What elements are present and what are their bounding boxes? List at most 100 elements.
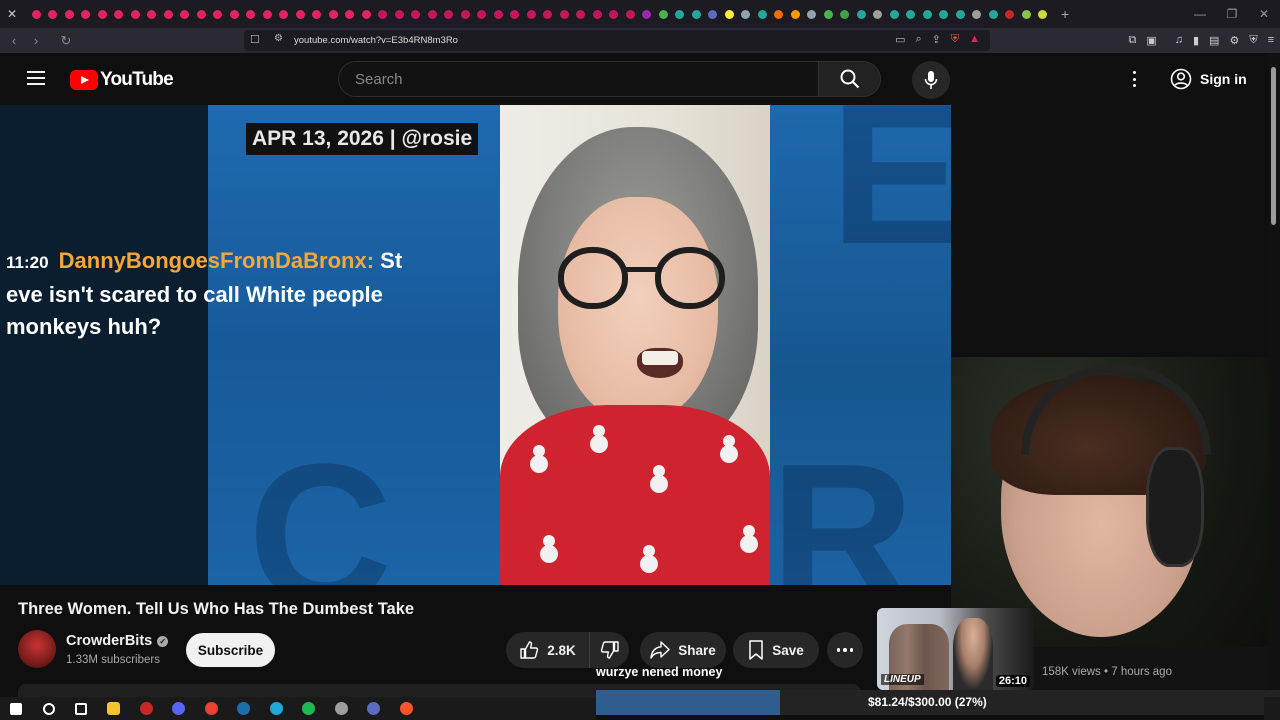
subscribe-button[interactable]: Subscribe — [186, 633, 275, 667]
browser-tab[interactable] — [721, 0, 738, 28]
site-info-icon[interactable]: ⚙ — [274, 33, 283, 44]
forward-icon[interactable]: › — [25, 33, 47, 48]
app-icon[interactable] — [325, 697, 358, 720]
sidebar-icon[interactable]: ▮ — [1193, 34, 1199, 47]
steam-icon[interactable] — [228, 697, 261, 720]
browser-tab[interactable] — [952, 0, 969, 28]
minimize-icon[interactable]: — — [1184, 0, 1216, 28]
browser-tab[interactable] — [28, 0, 45, 28]
save-button[interactable]: Save — [733, 632, 819, 668]
obs-icon[interactable] — [130, 697, 163, 720]
maximize-icon[interactable]: ❐ — [1216, 0, 1248, 28]
browser-tab[interactable] — [787, 0, 804, 28]
browser-tab[interactable] — [61, 0, 78, 28]
file-explorer-icon[interactable] — [98, 697, 131, 720]
browser-tab[interactable] — [688, 0, 705, 28]
channel-name[interactable]: CrowderBits ✓ — [66, 633, 169, 649]
url-field[interactable]: ☐ ⚙ youtube.com/watch?v=E3b4RN8m3Ro ▭ ⌕ … — [244, 30, 990, 51]
spotify-icon[interactable] — [293, 697, 326, 720]
brave-icon[interactable] — [390, 697, 423, 720]
shield-icon[interactable]: ⛨ — [1249, 34, 1257, 47]
browser-tab[interactable] — [573, 0, 590, 28]
youtube-logo[interactable]: YouTube — [70, 69, 174, 91]
video-player[interactable]: C ER R APR 13, 2026 | @r — [0, 105, 951, 585]
share-page-icon[interactable]: ⇪ — [932, 33, 941, 46]
new-tab-icon[interactable]: + — [1061, 6, 1069, 22]
close-tab-icon[interactable]: ✕ — [4, 6, 20, 22]
more-actions-button[interactable] — [827, 632, 863, 668]
browser-tab[interactable] — [160, 0, 177, 28]
browser-tab[interactable] — [78, 0, 95, 28]
browser-tab[interactable] — [45, 0, 62, 28]
browser-tab[interactable] — [94, 0, 111, 28]
menu-icon[interactable]: ≡ — [1268, 34, 1274, 47]
browser-tab[interactable] — [391, 0, 408, 28]
browser-tab[interactable] — [622, 0, 639, 28]
browser-tab[interactable] — [193, 0, 210, 28]
browser-tab[interactable] — [1018, 0, 1035, 28]
browser-tab[interactable] — [540, 0, 557, 28]
search-icon[interactable] — [33, 697, 66, 720]
voice-search-button[interactable] — [912, 61, 950, 99]
search-input[interactable] — [339, 62, 818, 96]
browser-tab[interactable] — [259, 0, 276, 28]
browser-tab[interactable] — [177, 0, 194, 28]
browser-tab[interactable] — [309, 0, 326, 28]
sign-in-button[interactable]: Sign in — [1162, 63, 1259, 95]
channel-avatar[interactable] — [18, 630, 56, 668]
browser-tab[interactable] — [424, 0, 441, 28]
browser-tab[interactable] — [903, 0, 920, 28]
browser-tab[interactable] — [655, 0, 672, 28]
browser-tab[interactable] — [754, 0, 771, 28]
media-icon[interactable]: ♫ — [1175, 34, 1183, 47]
browser-tab[interactable] — [507, 0, 524, 28]
like-button[interactable]: 2.8K — [506, 632, 590, 668]
scrollbar-thumb[interactable] — [1271, 67, 1276, 225]
browser-tab[interactable] — [408, 0, 425, 28]
browser-tab[interactable] — [589, 0, 606, 28]
browser-tab[interactable] — [969, 0, 986, 28]
browser-tab[interactable] — [441, 0, 458, 28]
browser-tab[interactable] — [342, 0, 359, 28]
browser-tab[interactable] — [490, 0, 507, 28]
page-scrollbar[interactable] — [1268, 53, 1280, 697]
zoom-icon[interactable]: ⌕ — [915, 33, 921, 46]
browser-tab[interactable] — [111, 0, 128, 28]
search-button[interactable] — [818, 62, 880, 96]
browser-tab[interactable] — [292, 0, 309, 28]
chrome-icon[interactable] — [195, 697, 228, 720]
task-view-icon[interactable] — [65, 697, 98, 720]
screen-icon[interactable]: ▭ — [895, 33, 905, 46]
close-window-icon[interactable]: ✕ — [1248, 0, 1280, 28]
browser-tab[interactable] — [804, 0, 821, 28]
reload-icon[interactable]: ↻ — [55, 33, 77, 49]
browser-tab[interactable] — [672, 0, 689, 28]
browser-tab[interactable] — [870, 0, 887, 28]
browser-tab[interactable] — [919, 0, 936, 28]
browser-tab[interactable] — [325, 0, 342, 28]
browser-tab[interactable] — [886, 0, 903, 28]
settings-menu-button[interactable] — [1126, 68, 1142, 90]
browser-tab[interactable] — [837, 0, 854, 28]
browser-tab[interactable] — [1002, 0, 1019, 28]
edge-icon[interactable] — [260, 697, 293, 720]
browser-tab[interactable] — [556, 0, 573, 28]
dislike-button[interactable] — [590, 632, 629, 668]
share-button[interactable]: Share — [640, 632, 726, 668]
browser-tab[interactable] — [1035, 0, 1052, 28]
browser-tab[interactable] — [606, 0, 623, 28]
browser-tab[interactable] — [523, 0, 540, 28]
back-icon[interactable]: ‹ — [3, 33, 25, 48]
translate-icon[interactable]: ▣ — [1146, 34, 1156, 47]
browser-tab[interactable] — [127, 0, 144, 28]
browser-tab[interactable] — [375, 0, 392, 28]
browser-tab[interactable] — [144, 0, 161, 28]
browser-tab[interactable] — [639, 0, 656, 28]
browser-tab[interactable] — [276, 0, 293, 28]
app2-icon[interactable] — [358, 697, 391, 720]
browser-tab[interactable] — [210, 0, 227, 28]
browser-tab[interactable] — [226, 0, 243, 28]
browser-tab[interactable] — [985, 0, 1002, 28]
browser-tab[interactable] — [243, 0, 260, 28]
brave-shield-icon[interactable]: ⛨ — [951, 33, 959, 46]
